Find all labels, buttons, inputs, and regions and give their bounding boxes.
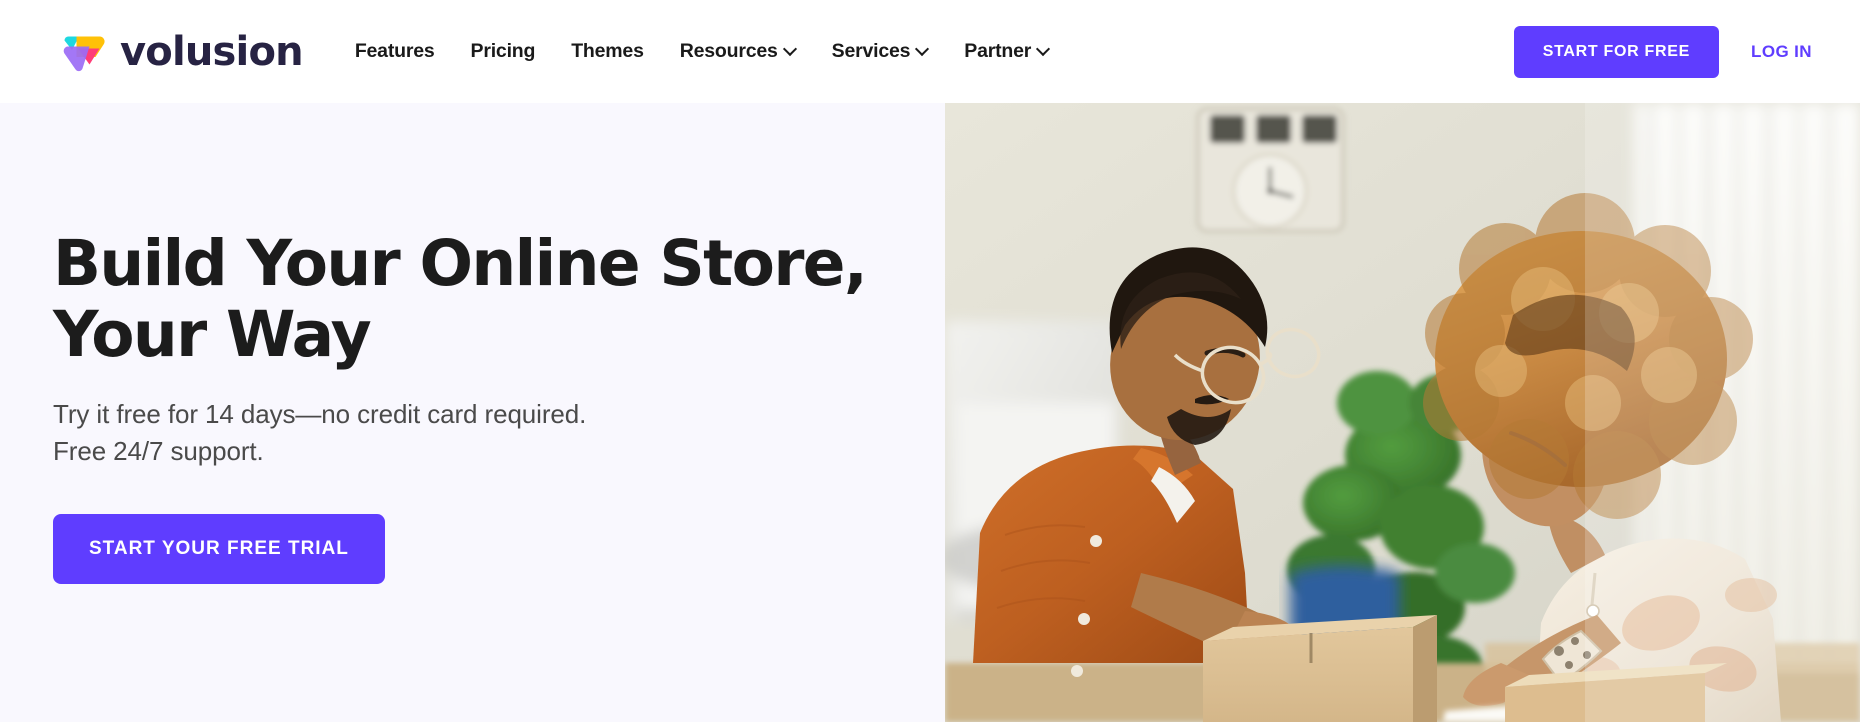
site-header: volusion Features Pricing Themes Resourc… [0, 0, 1860, 103]
nav-item-themes[interactable]: Themes [553, 30, 662, 73]
nav-item-features[interactable]: Features [337, 30, 453, 73]
brand-logo-link[interactable]: volusion [58, 28, 304, 75]
nav-item-partner[interactable]: Partner [946, 30, 1067, 73]
nav-label-resources: Resources [679, 40, 778, 62]
hero-title: Build Your Online Store, Your Way [53, 227, 893, 371]
hero-image [945, 103, 1860, 722]
chevron-down-icon [785, 44, 796, 55]
nav-label-pricing: Pricing [470, 40, 536, 62]
chevron-down-icon [917, 44, 928, 55]
nav-item-pricing[interactable]: Pricing [453, 30, 554, 73]
nav-label-themes: Themes [571, 40, 644, 62]
hero-title-line-1: Build Your Online Store, [53, 227, 868, 301]
hero-subtitle: Try it free for 14 days—no credit card r… [53, 396, 753, 470]
hero-section: Build Your Online Store, Your Way Try it… [0, 103, 1860, 722]
volusion-logo-icon [63, 35, 105, 71]
start-for-free-button[interactable]: START FOR FREE [1513, 25, 1720, 78]
nav-label-services: Services [831, 40, 911, 62]
hero-subtitle-line-2: Free 24/7 support. [53, 436, 264, 467]
brand-wordmark: volusion [120, 28, 304, 75]
hero-photo-illustration [945, 103, 1860, 722]
start-free-trial-button[interactable]: START YOUR FREE TRIAL [53, 513, 385, 584]
log-in-link[interactable]: LOG IN [1751, 42, 1812, 62]
header-actions: START FOR FREE LOG IN [1513, 25, 1812, 78]
chevron-down-icon [1038, 44, 1049, 55]
nav-label-features: Features [354, 40, 435, 62]
nav-item-services[interactable]: Services [814, 30, 947, 73]
nav-item-resources[interactable]: Resources [662, 30, 814, 73]
nav-label-partner: Partner [964, 40, 1032, 62]
hero-copy: Build Your Online Store, Your Way Try it… [53, 103, 893, 722]
hero-subtitle-line-1: Try it free for 14 days—no credit card r… [53, 399, 587, 430]
landing-page: volusion Features Pricing Themes Resourc… [0, 0, 1860, 722]
primary-navigation: Features Pricing Themes Resources Servic… [337, 30, 1067, 73]
hero-title-line-2: Your Way [53, 297, 372, 371]
